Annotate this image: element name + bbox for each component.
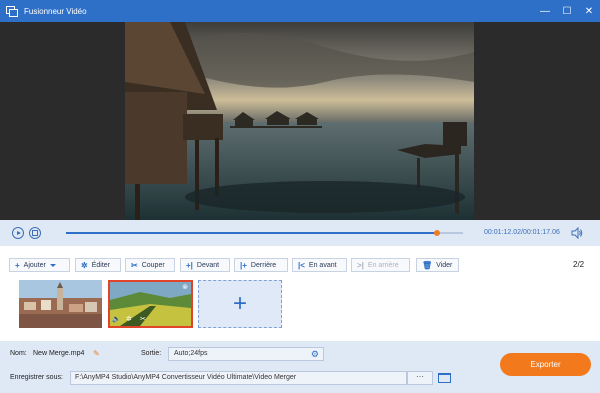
output-settings: Nom: New Merge.mp4 ✎ Sortie: Auto;24fps … [0, 341, 600, 393]
add-button[interactable]: + Ajouter [9, 258, 70, 272]
cut-button[interactable]: ✂ Couper [125, 258, 175, 272]
insert-after-icon: |+ [240, 260, 247, 270]
effect-icon[interactable]: ✲ [126, 315, 132, 323]
window-title: Fusionneur Vidéo [24, 6, 87, 16]
close-button[interactable]: ✕ [578, 0, 600, 22]
edit-button[interactable]: ✲ Éditer [75, 258, 121, 272]
move-backward-button[interactable]: >| En arrière [351, 258, 410, 272]
clip-thumbnail[interactable] [19, 280, 102, 328]
output-format-select[interactable]: Auto;24fps ⚙ [168, 347, 324, 361]
clip-count: 2/2 [573, 260, 585, 269]
front-label: Devant [196, 261, 220, 269]
preview-frame [125, 22, 474, 220]
cut-label: Couper [141, 261, 165, 269]
front-button[interactable]: +| Devant [180, 258, 230, 272]
move-right-icon: >| [357, 260, 364, 270]
browse-button[interactable]: ··· [407, 371, 433, 385]
add-label: Ajouter [23, 261, 46, 269]
close-clip-icon[interactable]: ⊗ [182, 283, 188, 291]
move-left-icon: |< [298, 260, 305, 270]
forward-label: En avant [308, 261, 337, 269]
audio-icon[interactable]: 🔈 [112, 315, 121, 323]
save-path-field[interactable]: F:\AnyMP4 Studio\AnyMP4 Convertisseur Vi… [70, 371, 407, 385]
time-total: 00:01:17.06 [522, 229, 560, 236]
timecode: 00:01:12.02/00:01:17.06 [484, 229, 560, 236]
maximize-button[interactable]: ☐ [556, 0, 578, 22]
progress-handle[interactable] [434, 230, 441, 236]
clear-label: Vider [436, 261, 453, 269]
output-label: Sortie: [141, 350, 162, 357]
chevron-down-icon[interactable] [49, 263, 56, 267]
edit-label: Éditer [91, 261, 110, 269]
backward-label: En arrière [367, 261, 399, 269]
window-controls: — ☐ ✕ [534, 0, 600, 22]
clear-button[interactable]: 🗑 Vider [416, 258, 459, 272]
progress-slider[interactable] [66, 230, 463, 236]
play-button[interactable] [12, 227, 24, 239]
app-logo-icon [6, 5, 18, 17]
title-bar: Fusionneur Vidéo — ☐ ✕ [0, 0, 600, 22]
pencil-icon[interactable]: ✎ [93, 349, 100, 358]
playback-bar: 00:01:12.02/00:01:17.06 [0, 220, 600, 246]
output-format-value: Auto;24fps [174, 350, 208, 357]
move-forward-button[interactable]: |< En avant [292, 258, 347, 272]
scissors-icon: ✂ [131, 260, 138, 270]
time-current: 00:01:12.02 [484, 229, 521, 236]
behind-button[interactable]: |+ Derrière [234, 258, 288, 272]
clip-thumbnail-selected[interactable]: ⊗ 🔈 ✲ ✂ [108, 280, 193, 328]
video-preview [0, 22, 600, 220]
clip-toolbar: + Ajouter ✲ Éditer ✂ Couper +| Devant |+… [0, 246, 600, 341]
export-button[interactable]: Exporter [500, 353, 591, 376]
plus-icon: + [15, 260, 20, 270]
scissors-icon[interactable]: ✂ [140, 315, 146, 323]
reef [185, 181, 465, 213]
plus-icon: + [232, 290, 247, 317]
minimize-button[interactable]: — [534, 0, 556, 22]
file-name: New Merge.mp4 [33, 350, 85, 357]
trash-icon: 🗑 [422, 260, 433, 270]
city-thumbnail [19, 280, 102, 328]
name-label: Nom: [10, 350, 27, 357]
volume-icon[interactable] [571, 227, 583, 239]
field-thumbnail [110, 282, 191, 326]
gear-icon[interactable]: ⚙ [311, 349, 319, 359]
behind-label: Derrière [250, 261, 277, 269]
magic-wand-icon: ✲ [81, 260, 88, 270]
add-clip-tile[interactable]: + [198, 280, 282, 328]
save-label: Enregistrer sous: [10, 374, 63, 381]
folder-icon[interactable] [438, 373, 451, 383]
progress-fill [66, 232, 438, 234]
stop-button[interactable] [29, 227, 41, 239]
insert-before-icon: +| [186, 260, 193, 270]
